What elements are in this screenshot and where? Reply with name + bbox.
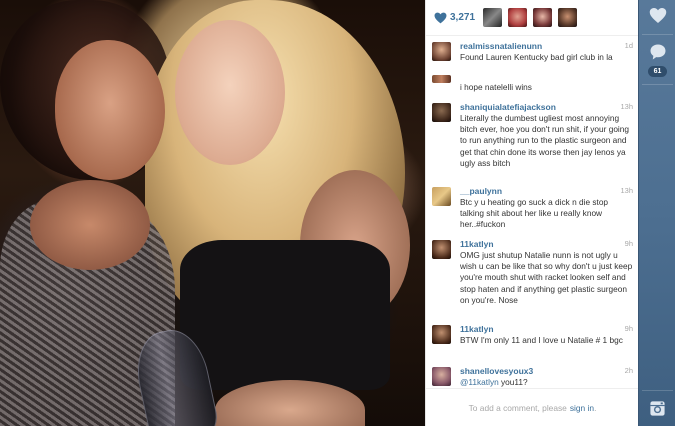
divider [642,390,673,391]
liker-avatar[interactable] [558,8,578,27]
like-button[interactable] [639,7,675,24]
comment-username[interactable]: __paulynn [460,186,502,196]
comment-time: 2h [624,366,633,375]
likes-count[interactable]: 3,271 [450,12,475,23]
liker-avatar[interactable] [508,8,528,27]
liker-avatar[interactable] [483,8,503,27]
photo-region [175,20,285,165]
comment-time: 13h [620,186,633,195]
comment-text: @11katlyn you11? [460,377,634,388]
comment-text-rest: you11? [498,377,528,387]
comment-text: Literally the dumbest ugliest most annoy… [460,113,630,168]
avatar[interactable] [432,367,451,386]
comment-username[interactable]: realmissnatalienunn [460,41,542,51]
action-bar: 61 [638,0,675,426]
speech-bubble-icon [650,44,665,60]
avatar[interactable] [432,240,451,259]
comment-text: BTW I'm only 11 and I love u Natalie # 1… [460,335,623,345]
mention-link[interactable]: @11katlyn [460,377,499,387]
heart-icon [649,8,666,23]
post-photo [0,0,425,426]
comment-time: 9h [624,239,633,248]
avatar[interactable] [432,42,451,61]
divider [642,34,673,35]
add-comment-prompt: To add a comment, please sign in. [426,388,639,426]
comment-time: 1d [624,41,633,50]
comment-username[interactable]: 11katlyn [460,239,494,249]
comment-text: Found Lauren Kentucky bad girl club in l… [460,52,613,62]
comment-username[interactable]: shaniquialatefiajackson [460,102,556,112]
avatar[interactable] [432,75,451,83]
heart-icon [434,12,447,23]
liker-avatar[interactable] [533,8,553,27]
avatar[interactable] [432,325,451,344]
comment-text: i hope natelelli wins [460,82,532,92]
comment-text: OMG just shutup Natalie nunn is not ugly… [460,250,633,305]
comment-text: Btc y u heating go suck a dick n die sto… [460,197,609,230]
add-comment-suffix: . [594,402,597,413]
comment-time: 13h [620,102,633,111]
camera-icon [650,401,665,416]
instagram-button[interactable] [639,400,675,417]
likes-bar: 3,271 [426,0,639,36]
photo-region [30,180,150,270]
photo-region [55,40,165,180]
photo-region [180,240,390,390]
comments-panel: 3,271 realmissnatalienunn 1d Found Laure… [425,0,639,426]
comment-username[interactable]: shanellovesyoux3 [460,366,533,376]
divider [642,84,673,85]
comment-time: 9h [624,324,633,333]
sign-in-link[interactable]: sign in [570,403,594,413]
comment-username[interactable]: 11katlyn [460,324,494,334]
comment-count-badge: 61 [648,66,667,77]
avatar[interactable] [432,103,451,122]
avatar[interactable] [432,187,451,206]
comment-button[interactable] [639,43,675,61]
comment-list: realmissnatalienunn 1d Found Lauren Kent… [426,36,639,388]
add-comment-text: To add a comment, please [468,402,567,413]
